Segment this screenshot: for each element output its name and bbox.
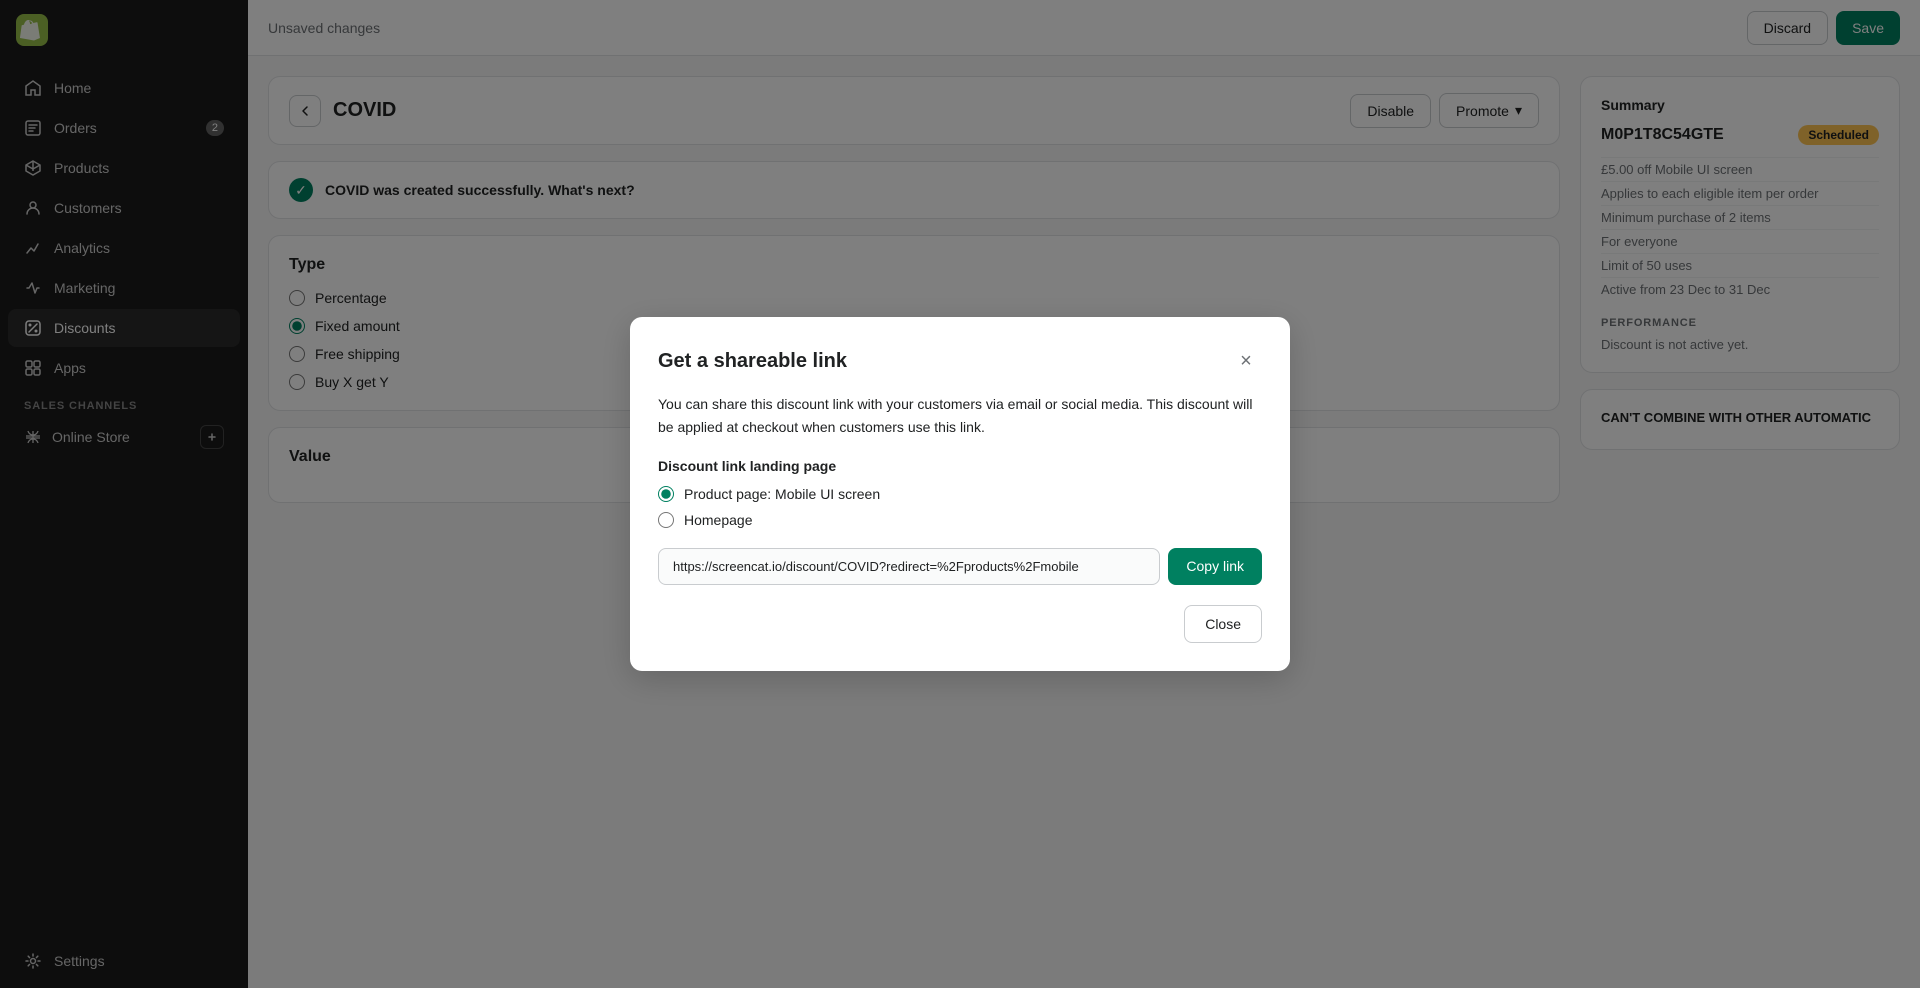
modal-header: Get a shareable link × — [658, 345, 1262, 377]
modal-option-homepage[interactable]: Homepage — [658, 512, 1262, 528]
shareable-link-modal: Get a shareable link × You can share thi… — [630, 317, 1290, 671]
shareable-link-input[interactable] — [658, 548, 1160, 585]
modal-description: You can share this discount link with yo… — [658, 393, 1262, 438]
modal-link-row: Copy link — [658, 548, 1262, 585]
close-icon: × — [1240, 350, 1252, 373]
modal-radio-homepage[interactable] — [658, 512, 674, 528]
modal-option-product-page[interactable]: Product page: Mobile UI screen — [658, 486, 1262, 502]
modal-overlay[interactable]: Get a shareable link × You can share thi… — [0, 0, 1920, 988]
copy-link-button[interactable]: Copy link — [1168, 548, 1262, 585]
modal-footer: Close — [658, 605, 1262, 643]
modal-title: Get a shareable link — [658, 350, 847, 373]
modal-radio-product-page[interactable] — [658, 486, 674, 502]
modal-radio-group: Product page: Mobile UI screen Homepage — [658, 486, 1262, 528]
modal-section-title: Discount link landing page — [658, 458, 1262, 474]
close-modal-button[interactable]: Close — [1184, 605, 1262, 643]
modal-close-button[interactable]: × — [1230, 345, 1262, 377]
